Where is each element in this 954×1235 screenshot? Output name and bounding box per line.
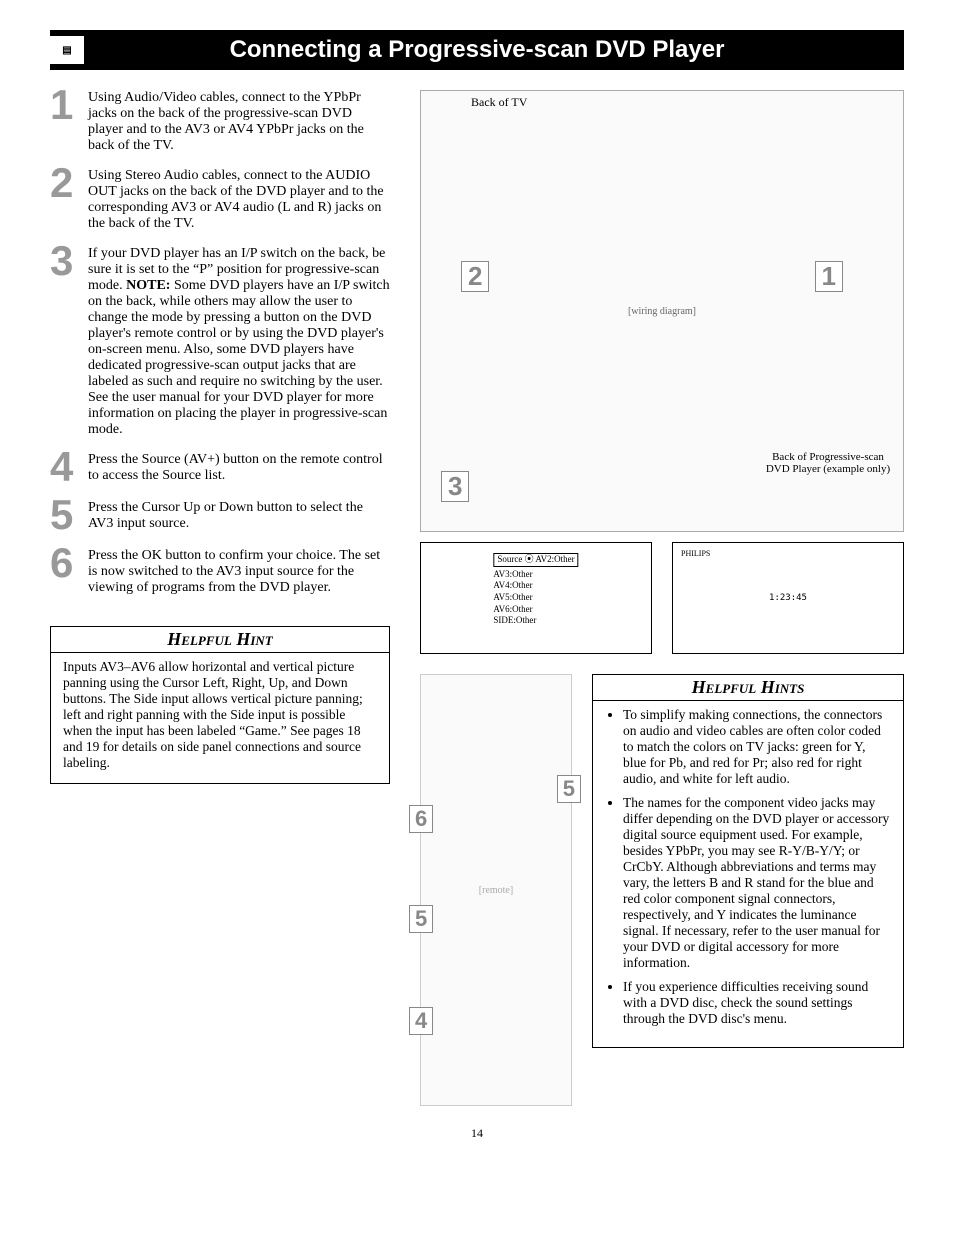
page-number: 14 — [50, 1126, 904, 1141]
wiring-diagram: Back of TV [wiring diagram] 1 2 3 Back o… — [420, 90, 904, 532]
remote-callout-5b: 5 — [409, 905, 433, 933]
step-4: 4 Press the Source (AV+) button on the r… — [50, 452, 390, 486]
step-5: 5 Press the Cursor Up or Down button to … — [50, 500, 390, 534]
step-6: 6 Press the OK button to confirm your ch… — [50, 548, 390, 596]
hint-box-right: Helpful Hints To simplify making connect… — [592, 674, 904, 1048]
step-text: Press the Source (AV+) button on the rem… — [88, 452, 390, 486]
step-text: Using Audio/Video cables, connect to the… — [88, 90, 390, 154]
steps-column: 1 Using Audio/Video cables, connect to t… — [50, 90, 390, 1106]
step-number: 6 — [50, 544, 88, 596]
remote-diagram: [remote] 5 6 5 4 — [420, 674, 572, 1106]
hint-box-left: Helpful Hint Inputs AV3–AV6 allow horizo… — [50, 626, 390, 784]
osd-row: Source ⦿ AV2:Other AV3:Other AV4:Other A… — [420, 542, 904, 654]
step-text: Using Stereo Audio cables, connect to th… — [88, 168, 390, 232]
osd-source-list: Source ⦿ AV2:Other AV3:Other AV4:Other A… — [420, 542, 652, 654]
step-number: 3 — [50, 242, 88, 438]
step-number: 1 — [50, 86, 88, 154]
diagram-callout-3: 3 — [441, 471, 469, 502]
hint-item: If you experience difficulties receiving… — [623, 979, 891, 1027]
connector-icon: ▤ — [50, 36, 84, 64]
step-number: 4 — [50, 448, 88, 486]
hint-title: Helpful Hints — [593, 675, 903, 701]
step-2: 2 Using Stereo Audio cables, connect to … — [50, 168, 390, 232]
diagram-label-bottom: Back of Progressive-scan DVD Player (exa… — [763, 451, 893, 475]
hint-item: To simplify making connections, the conn… — [623, 707, 891, 787]
diagram-callout-1: 1 — [815, 261, 843, 292]
diagram-label-top: Back of TV — [471, 95, 527, 110]
hint-title: Helpful Hint — [51, 627, 389, 653]
step-number: 5 — [50, 496, 88, 534]
step-number: 2 — [50, 164, 88, 232]
step-text: If your DVD player has an I/P switch on … — [88, 246, 390, 438]
page-title: Connecting a Progressive-scan DVD Player — [230, 36, 725, 63]
page-title-bar: ▤ Connecting a Progressive-scan DVD Play… — [50, 30, 904, 70]
diagram-column: Back of TV [wiring diagram] 1 2 3 Back o… — [420, 90, 904, 1106]
step-1: 1 Using Audio/Video cables, connect to t… — [50, 90, 390, 154]
diagram-callout-2: 2 — [461, 261, 489, 292]
step-3: 3 If your DVD player has an I/P switch o… — [50, 246, 390, 438]
hint-item: The names for the component video jacks … — [623, 795, 891, 971]
osd-dvd-front: PHILIPS 1:23:45 — [672, 542, 904, 654]
remote-callout-5: 5 — [557, 775, 581, 803]
hint-body: Inputs AV3–AV6 allow horizontal and vert… — [63, 659, 377, 771]
remote-callout-4: 4 — [409, 1007, 433, 1035]
remote-callout-6: 6 — [409, 805, 433, 833]
step-text: Press the Cursor Up or Down button to se… — [88, 500, 390, 534]
step-text: Press the OK button to confirm your choi… — [88, 548, 390, 596]
